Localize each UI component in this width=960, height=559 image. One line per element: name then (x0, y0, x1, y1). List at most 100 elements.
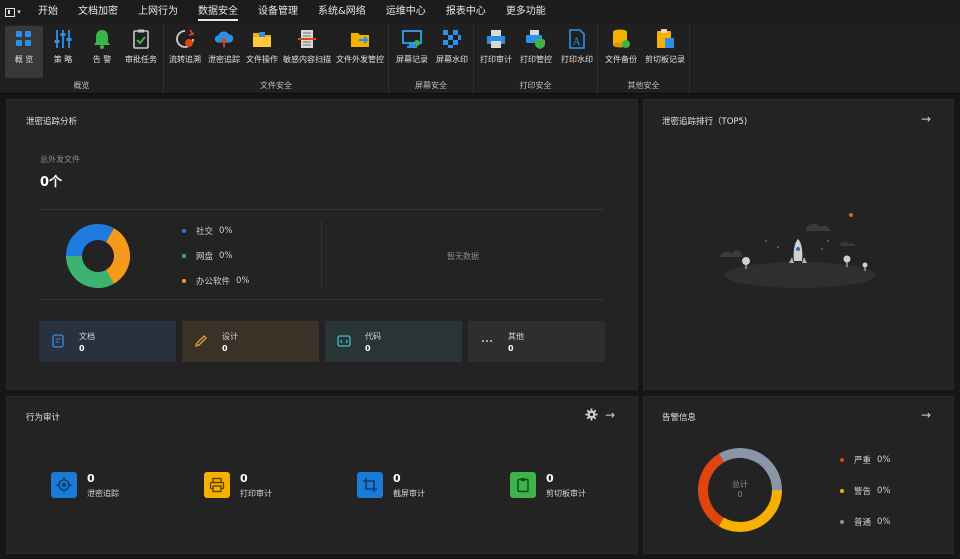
alarm-label: 告 警 (92, 55, 112, 64)
outbound-control-label: 文件外发管控 (336, 55, 384, 64)
audit-name: 截屏审计 (393, 489, 425, 498)
clipboard-record-button[interactable]: 剪切板记录 (642, 26, 688, 78)
channel-donut-chart (66, 224, 130, 289)
category-name: 代码 (365, 332, 381, 341)
legend-dot (182, 254, 186, 258)
file-backup-button[interactable]: 文件备份 (601, 26, 641, 78)
flow-trace-icon (174, 28, 196, 50)
divider (321, 220, 322, 290)
alarm-button[interactable]: 告 警 (86, 26, 118, 78)
audit-value: 0 (393, 472, 401, 485)
legend-dot (840, 489, 844, 493)
category-card-design[interactable]: 设计 0 (182, 321, 319, 362)
category-card-code[interactable]: 代码 0 (325, 321, 462, 362)
policy-label: 策 略 (53, 55, 73, 64)
target-icon (51, 472, 77, 498)
gear-icon[interactable] (585, 408, 598, 424)
file-operation-label: 文件操作 (246, 55, 278, 64)
document-icon (52, 334, 64, 348)
category-name: 其他 (508, 332, 524, 341)
menu-system-network[interactable]: 系统&网络 (308, 0, 376, 24)
ribbon-group-label: 概览 (73, 81, 90, 90)
ribbon-group-file-security: 流转追溯 泄密追踪 文件操作 敏感内容扫描 文件外发管控 文件安全 (164, 24, 389, 94)
overview-button[interactable]: 概 览 (5, 26, 43, 78)
leak-analysis-title: 泄密追踪分析 (26, 117, 78, 127)
approval-label: 审批任务 (125, 55, 157, 64)
legend-normal: 普通 0% (840, 516, 891, 528)
legend-label: 社交 (196, 227, 214, 237)
pencil-icon (194, 335, 207, 348)
menu-report-center[interactable]: 报表中心 (436, 0, 496, 24)
policy-button[interactable]: 策 略 (47, 26, 79, 78)
menu-ops-center[interactable]: 运维中心 (376, 0, 436, 24)
leak-trace-label: 泄密追踪 (208, 55, 240, 64)
audit-value: 0 (240, 472, 248, 485)
more-icon (482, 340, 492, 342)
category-value: 0 (222, 344, 228, 353)
menu-more[interactable]: 更多功能 (496, 0, 556, 24)
legend-label: 办公软件 (196, 277, 231, 287)
menu-device-mgmt[interactable]: 设备管理 (248, 0, 308, 24)
svg-text:A: A (572, 37, 581, 48)
category-name: 文档 (79, 332, 95, 341)
alerts-title: 告警信息 (662, 413, 697, 423)
file-operation-button[interactable]: 文件操作 (244, 26, 280, 78)
screen-watermark-button[interactable]: 屏幕水印 (433, 26, 471, 78)
top5-arrow-icon[interactable]: → (921, 113, 931, 125)
menu-doc-encrypt[interactable]: 文档加密 (68, 0, 128, 24)
divider (40, 299, 604, 300)
screen-record-button[interactable]: 屏幕记录 (393, 26, 431, 78)
audit-name: 泄密追踪 (87, 489, 119, 498)
code-icon (337, 335, 351, 347)
menu-start[interactable]: 开始 (28, 0, 68, 24)
print-audit-label: 打印审计 (480, 55, 512, 64)
cloud-upload-icon (213, 28, 235, 50)
print-watermark-button[interactable]: A 打印水印 (558, 26, 596, 78)
flow-trace-button[interactable]: 流转追溯 (166, 26, 204, 78)
screen-watermark-label: 屏幕水印 (436, 55, 468, 64)
print-audit-button[interactable]: 打印审计 (477, 26, 515, 78)
category-card-other[interactable]: 其他 0 (468, 321, 605, 362)
database-icon (610, 28, 632, 50)
menu-web-behavior[interactable]: 上网行为 (128, 0, 188, 24)
print-control-button[interactable]: 打印管控 (517, 26, 555, 78)
legend-dot (182, 279, 186, 283)
ribbon-group-label: 打印安全 (519, 81, 552, 90)
legend-office: 办公软件 0% (182, 275, 250, 287)
grid-icon (13, 28, 35, 50)
print-watermark-label: 打印水印 (561, 55, 593, 64)
printer-icon (485, 28, 507, 50)
behavior-audit-panel (6, 396, 638, 554)
total-outbound-value: 0个 (40, 175, 63, 190)
alerts-total-value: 0 (737, 490, 743, 499)
total-outbound-label: 总外发文件 (40, 155, 80, 164)
sensitive-scan-button[interactable]: 敏感内容扫描 (281, 26, 333, 78)
behavior-audit-title: 行为审计 (26, 413, 61, 423)
category-value: 0 (365, 344, 371, 353)
bell-icon (91, 28, 113, 50)
legend-value: 0% (219, 226, 233, 236)
divider (40, 209, 604, 210)
ribbon-group-label: 文件安全 (260, 81, 292, 90)
overview-label: 概 览 (14, 55, 34, 64)
printer-shield-icon (525, 28, 547, 50)
category-value: 0 (508, 344, 514, 353)
menu-data-security[interactable]: 数据安全 (188, 0, 248, 24)
ribbon-group-overview: 概 览 策 略 告 警 审批任务 概览 (0, 24, 164, 94)
audit-value: 0 (87, 472, 95, 485)
category-card-document[interactable]: 文档 0 (39, 321, 176, 362)
legend-label: 普通 (854, 518, 872, 528)
menu-bar: ▾ 开始 文档加密 上网行为 数据安全 设备管理 系统&网络 运维中心 报表中心… (0, 0, 960, 24)
alerts-arrow-icon[interactable]: → (921, 409, 931, 421)
document-letter-icon: A (566, 28, 588, 50)
app-menu-icon[interactable]: ▾ (0, 0, 26, 24)
legend-dot (840, 458, 844, 462)
outbound-control-button[interactable]: 文件外发管控 (334, 26, 386, 78)
legend-label: 严重 (854, 456, 872, 466)
legend-dot (182, 229, 186, 233)
legend-value: 0% (219, 251, 233, 261)
leak-trace-button[interactable]: 泄密追踪 (206, 26, 242, 78)
approval-button[interactable]: 审批任务 (122, 26, 160, 78)
flow-trace-label: 流转追溯 (169, 55, 201, 64)
behavior-audit-arrow-icon[interactable]: → (605, 409, 615, 421)
